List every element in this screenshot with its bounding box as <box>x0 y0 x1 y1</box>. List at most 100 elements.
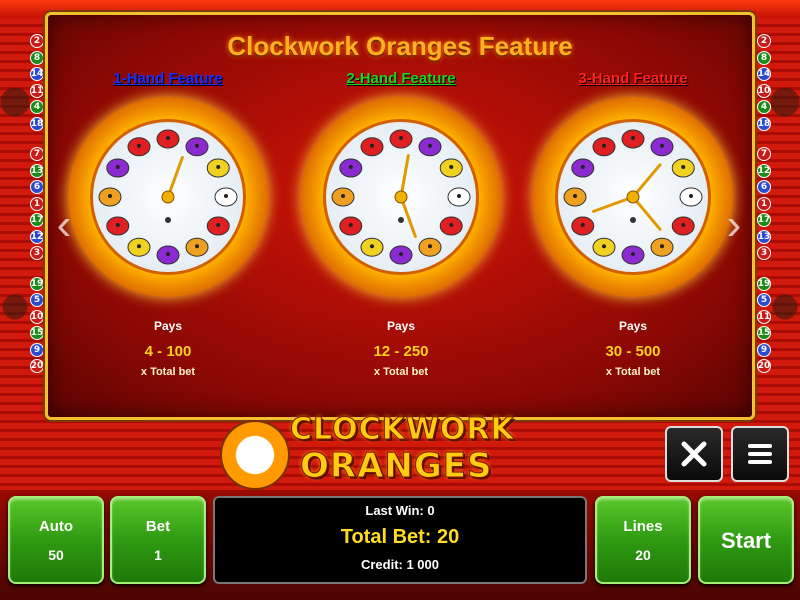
line-indicator-badge: 4 <box>757 100 771 114</box>
fruit-eye-icon <box>399 252 403 256</box>
clock-face <box>555 119 711 275</box>
fruit-eye-icon <box>137 143 141 148</box>
line-indicator-badge: 20 <box>30 359 44 373</box>
left-line-indicators: 2 8 14 11 4 18 7 13 6 1 17 12 3 19 5 10 15 9 20 <box>28 34 46 376</box>
fruit-eye-icon <box>115 165 120 169</box>
logo-text-line1: CLOCKWORK <box>290 412 515 448</box>
fruit-eye-icon <box>115 223 120 227</box>
line-indicator-badge: 20 <box>757 359 771 373</box>
line-indicator-badge: 14 <box>30 67 44 81</box>
pays-label: Pays <box>386 319 416 333</box>
line-indicator-badge: 6 <box>30 180 44 194</box>
line-indicator-badge: 10 <box>757 83 771 98</box>
line-indicator-badge: 3 <box>757 246 771 260</box>
fruit-eye-icon <box>341 194 345 198</box>
auto-value: 50 <box>48 547 64 563</box>
line-indicator-badge: 8 <box>30 50 44 65</box>
fruit-eye-icon <box>681 165 686 169</box>
fruit-eye-icon <box>166 252 170 256</box>
game-logo: CLOCKWORK ORANGES <box>220 410 580 490</box>
fruit-eye-icon <box>195 244 199 249</box>
clock-keyhole-icon <box>398 217 404 223</box>
pays-multiplier-label: x Total bet <box>605 366 661 378</box>
clock-keyhole-icon <box>165 217 171 223</box>
logo-text-line2: ORANGES <box>299 446 493 487</box>
fruit-eye-icon <box>631 136 635 140</box>
next-page-arrow-icon[interactable]: › <box>722 200 746 250</box>
line-indicator-badge: 9 <box>757 342 771 357</box>
lines-value: 20 <box>635 547 651 563</box>
pays-label: Pays <box>153 319 183 333</box>
fruit-eye-icon <box>631 252 635 256</box>
total-bet-text: Total Bet: 20 <box>340 526 460 548</box>
fruit-eye-icon <box>573 194 577 198</box>
feature-label: 3-Hand Feature <box>578 70 688 87</box>
line-indicator-badge: 7 <box>757 147 771 161</box>
clock-2-hand <box>301 97 501 297</box>
fruit-eye-icon <box>216 223 221 227</box>
fruit-eye-icon <box>602 143 606 148</box>
line-indicator-badge: 1 <box>757 196 771 211</box>
line-indicator-badge: 8 <box>757 50 771 65</box>
clock-1-hand <box>68 97 268 297</box>
previous-page-arrow-icon[interactable]: ‹ <box>52 200 76 250</box>
line-indicator-badge: 11 <box>30 83 44 98</box>
line-indicator-badge: 4 <box>30 100 44 114</box>
close-icon <box>681 441 707 467</box>
clock-hub-icon <box>394 190 408 204</box>
lines-button[interactable]: Lines 20 <box>595 496 691 584</box>
auto-button[interactable]: Auto 50 <box>8 496 104 584</box>
pays-range: 30 - 500 <box>605 343 661 360</box>
clock-hub-icon <box>161 190 175 204</box>
fruit-eye-icon <box>681 223 686 227</box>
last-win-text: Last Win: 0 <box>365 503 435 518</box>
line-indicator-badge: 1 <box>30 196 44 211</box>
credit-text: Credit: 1 000 <box>360 557 440 572</box>
line-indicator-badge: 18 <box>757 116 771 131</box>
right-gear-decoration <box>770 20 800 430</box>
fruit-eye-icon <box>449 165 454 169</box>
pays-multiplier-label: x Total bet <box>140 366 196 378</box>
line-indicator-badge: 14 <box>757 67 771 81</box>
left-gear-decoration <box>0 20 30 430</box>
clock-hub-icon <box>626 190 640 204</box>
close-button[interactable] <box>665 426 723 482</box>
clock-face <box>90 119 246 275</box>
fruit-eye-icon <box>370 143 374 148</box>
line-indicator-badge: 10 <box>30 309 44 324</box>
feature-3-hand: 3-Hand Feature Pays 30 - 500 x Total bet <box>523 70 743 378</box>
line-indicator-badge: 17 <box>757 213 771 227</box>
bet-info-display: Last Win: 0 Total Bet: 20 Credit: 1 000 <box>213 496 587 584</box>
line-indicator-badge: 9 <box>30 342 44 357</box>
feature-label: 2-Hand Feature <box>346 70 456 87</box>
menu-icon <box>748 444 772 464</box>
line-indicator-badge: 2 <box>30 34 44 48</box>
fruit-eye-icon <box>348 165 353 169</box>
pays-label: Pays <box>618 319 648 333</box>
line-indicator-badge: 12 <box>30 229 44 244</box>
fruit-eye-icon <box>137 244 141 249</box>
line-indicator-badge: 11 <box>757 309 771 324</box>
fruit-eye-icon <box>580 165 585 169</box>
fruit-eye-icon <box>224 194 228 198</box>
logo-clock-icon <box>220 420 290 490</box>
line-indicator-badge: 19 <box>30 276 44 291</box>
bet-value: 1 <box>154 547 162 563</box>
fruit-eye-icon <box>428 143 432 148</box>
bet-button[interactable]: Bet 1 <box>110 496 206 584</box>
menu-button[interactable] <box>731 426 789 482</box>
start-button[interactable]: Start <box>698 496 794 584</box>
pays-range: 12 - 250 <box>373 343 429 360</box>
feature-label: 1-Hand Feature <box>113 70 223 87</box>
start-label: Start <box>720 528 772 553</box>
line-indicator-badge: 5 <box>757 293 771 307</box>
feature-info-panel: Clockwork Oranges Feature 1-Hand Feature… <box>45 12 755 420</box>
line-indicator-badge: 13 <box>30 163 44 178</box>
fruit-eye-icon <box>689 194 693 198</box>
line-indicator-badge: 12 <box>757 163 771 178</box>
fruit-eye-icon <box>399 136 403 140</box>
clock-3-hand <box>533 97 733 297</box>
line-indicator-badge: 19 <box>757 276 771 291</box>
fruit-eye-icon <box>580 223 585 227</box>
fruit-eye-icon <box>449 223 454 227</box>
